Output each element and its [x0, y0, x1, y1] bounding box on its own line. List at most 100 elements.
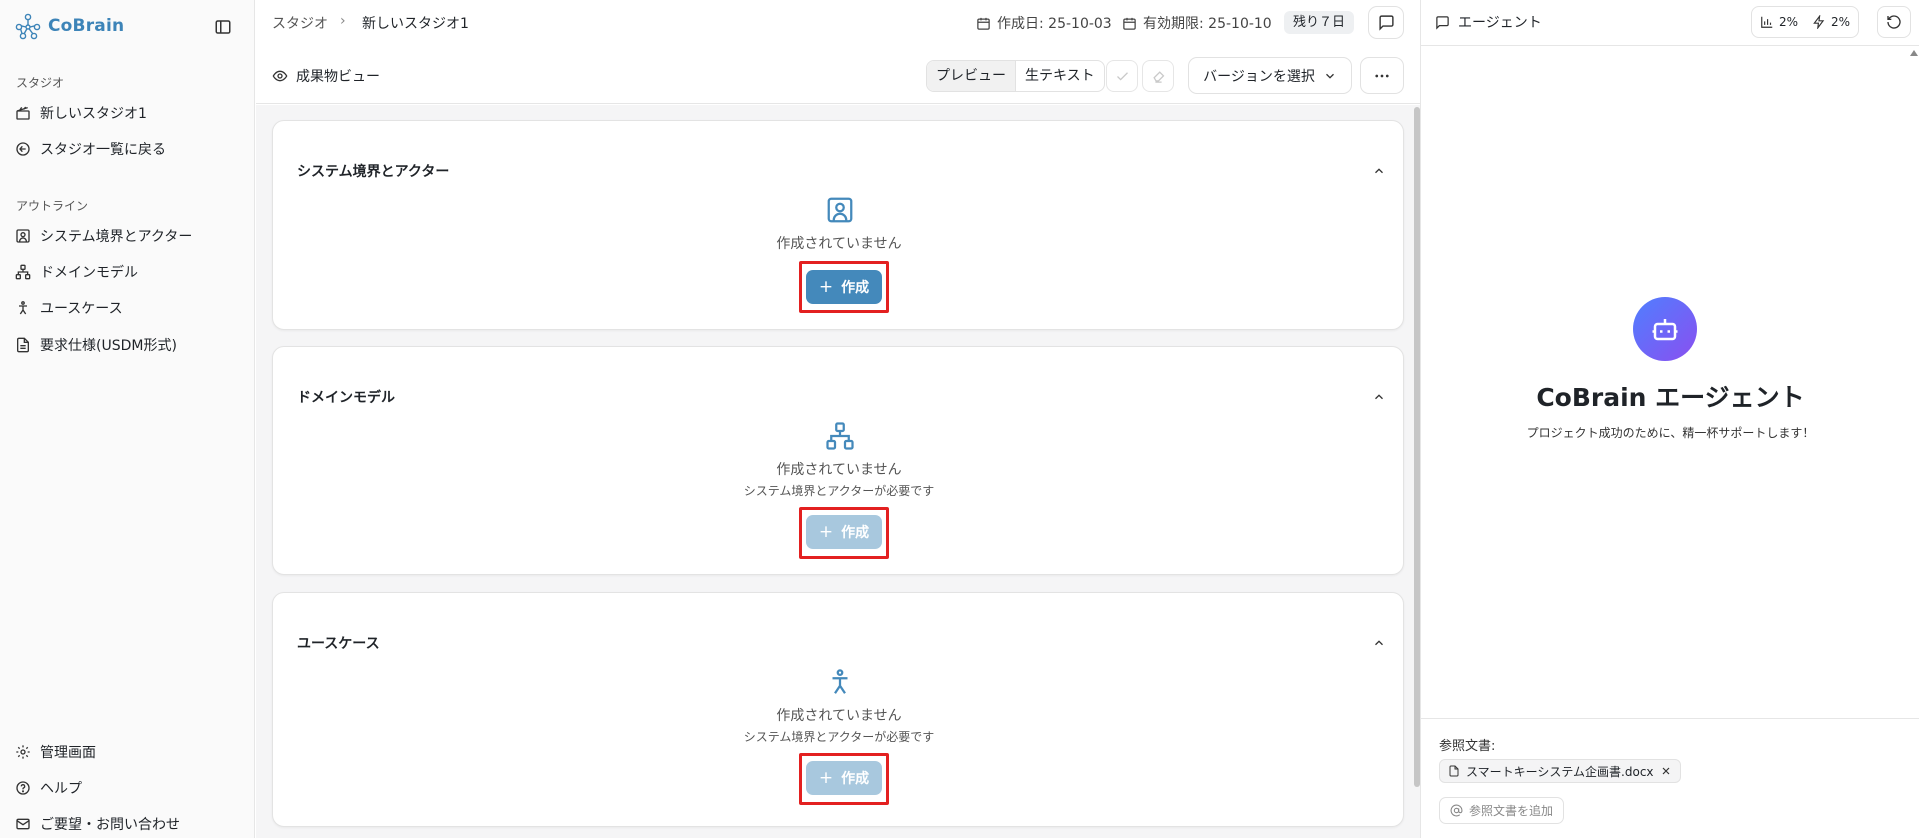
calendar-icon: [976, 16, 991, 31]
agent-panel: エージェント 2% 2% CoBrain エージェント プロジェクト成功のために…: [1420, 0, 1919, 838]
sidebar-item-label: 新しいスタジオ1: [40, 106, 147, 122]
sidebar: CoBrain スタジオ 新しいスタジオ1 スタジオ一覧に戻る アウトライン シ…: [0, 0, 255, 838]
version-select-label: バージョンを選択: [1203, 68, 1315, 85]
card-title: ユースケース: [297, 636, 380, 652]
dependency-note: システム境界とアクターが必要です: [743, 730, 935, 744]
eraser-icon: [1152, 70, 1164, 83]
at-sign-icon: [1450, 804, 1463, 817]
usage-bolt: 2%: [1812, 15, 1850, 29]
collapse-button[interactable]: [1371, 389, 1387, 405]
agent-title-text: エージェント: [1458, 15, 1542, 31]
help-circle-icon: [14, 779, 32, 797]
created-date-text: 作成日: 25-10-03: [997, 16, 1112, 32]
chevron-up-icon: [1375, 168, 1383, 174]
create-use-case-button[interactable]: + 作成: [806, 761, 882, 795]
sidebar-item-back-to-studios[interactable]: スタジオ一覧に戻る: [14, 137, 166, 161]
more-options-button[interactable]: [1360, 57, 1404, 94]
artifact-view-title: 成果物ビュー: [272, 66, 380, 86]
chat-toggle-button[interactable]: [1368, 6, 1404, 39]
agent-header: エージェント 2% 2%: [1421, 0, 1919, 46]
more-horizontal-icon: [1375, 74, 1389, 77]
card-title: ドメインモデル: [297, 390, 395, 406]
breadcrumb-separator: ›: [340, 13, 346, 29]
breadcrumb-root[interactable]: スタジオ: [272, 13, 328, 33]
bot-icon: [1652, 319, 1678, 341]
sidebar-item-label: スタジオ一覧に戻る: [40, 142, 166, 158]
sidebar-item-label: ご要望・お問い合わせ: [40, 817, 180, 833]
plus-icon: +: [818, 522, 834, 542]
collapse-button[interactable]: [1371, 163, 1387, 179]
agent-subtitle: プロジェクト成功のために、精一杯サポートします！: [1526, 426, 1815, 440]
sidebar-item-feedback[interactable]: ご要望・お問い合わせ: [14, 812, 180, 836]
breadcrumb-current: 新しいスタジオ1: [362, 16, 469, 32]
reference-docs-label: 参照文書:: [1439, 739, 1496, 754]
raw-text-tab[interactable]: 生テキスト: [1015, 61, 1104, 91]
brand-name: CoBrain: [48, 16, 125, 36]
sidebar-item-label: ユースケース: [40, 301, 123, 317]
create-domain-model-button[interactable]: + 作成: [806, 515, 882, 549]
create-button-label: 作成: [841, 280, 870, 296]
collapse-button[interactable]: [1371, 635, 1387, 651]
created-date: 作成日: 25-10-03: [976, 13, 1112, 33]
add-reference-label: 参照文書を追加: [1469, 804, 1554, 818]
add-reference-button[interactable]: 参照文書を追加: [1439, 797, 1565, 824]
sidebar-item-help[interactable]: ヘルプ: [14, 776, 82, 800]
artifact-content: システム境界とアクター 作成されていません + 作成 ドメインモデル 作成されて…: [256, 105, 1420, 838]
approve-button[interactable]: [1106, 60, 1138, 92]
empty-state-text: 作成されていません: [776, 462, 902, 478]
sidebar-toggle-icon[interactable]: [212, 16, 234, 38]
sidebar-item-admin[interactable]: 管理画面: [14, 740, 96, 764]
reference-doc-chip: スマートキーシステム企画書.docx: [1439, 759, 1681, 783]
usage-bolt-value: 2%: [1831, 15, 1851, 29]
check-icon: [1116, 71, 1128, 81]
sidebar-item-current-studio[interactable]: 新しいスタジオ1: [14, 101, 147, 125]
bot-avatar: [1633, 297, 1697, 361]
user-square-icon: [14, 227, 32, 245]
rotate-ccw-icon: [1887, 15, 1901, 29]
artifact-view-label: 成果物ビュー: [296, 69, 380, 85]
agent-name: CoBrain エージェント: [1536, 383, 1805, 412]
message-square-icon: [1435, 15, 1450, 30]
brand-logo[interactable]: CoBrain: [14, 12, 124, 40]
sidebar-section-studio: スタジオ: [16, 76, 65, 90]
version-select[interactable]: バージョンを選択: [1188, 57, 1352, 94]
calendar-icon: [1122, 16, 1137, 31]
usage-indicators[interactable]: 2% 2%: [1751, 6, 1860, 38]
create-button-label: 作成: [841, 771, 870, 787]
bar-chart-icon: [1760, 15, 1774, 29]
sidebar-item-use-case[interactable]: ユースケース: [14, 296, 123, 320]
sidebar-item-system-boundary[interactable]: システム境界とアクター: [14, 224, 192, 248]
card-use-case: ユースケース 作成されていません システム境界とアクターが必要です + 作成: [272, 592, 1404, 827]
plus-icon: +: [818, 277, 834, 297]
empty-state-text: 作成されていません: [776, 236, 902, 252]
mail-icon: [14, 815, 32, 833]
user-square-icon: [823, 193, 857, 227]
eye-icon: [272, 68, 288, 84]
file-text-icon: [14, 336, 32, 354]
create-system-boundary-button[interactable]: + 作成: [806, 270, 882, 304]
gear-icon: [14, 743, 32, 761]
scroll-up-arrow-icon[interactable]: [1909, 48, 1919, 58]
erase-button[interactable]: [1142, 60, 1174, 92]
usage-chart-value: 2%: [1779, 15, 1799, 29]
network-icon: [823, 419, 857, 453]
file-icon: [1448, 765, 1460, 777]
empty-state-text: 作成されていません: [776, 708, 902, 724]
create-button-label: 作成: [841, 525, 870, 541]
remaining-days-badge: 残り７日: [1284, 11, 1355, 34]
clapperboard-icon: [14, 104, 32, 122]
chevron-down-icon: [1323, 69, 1337, 83]
sidebar-item-domain-model[interactable]: ドメインモデル: [14, 260, 138, 284]
card-domain-model: ドメインモデル 作成されていません システム境界とアクターが必要です + 作成: [272, 346, 1404, 575]
reset-chat-button[interactable]: [1877, 6, 1911, 38]
dependency-note: システム境界とアクターが必要です: [743, 484, 935, 498]
sidebar-item-label: ドメインモデル: [40, 265, 138, 281]
chevron-up-icon: [1375, 640, 1383, 646]
close-icon[interactable]: [1660, 765, 1672, 777]
view-mode-toggle: プレビュー 生テキスト: [926, 60, 1105, 92]
sidebar-item-requirements-spec[interactable]: 要求仕様(USDM形式): [14, 333, 177, 357]
preview-tab[interactable]: プレビュー: [927, 61, 1015, 91]
lightning-icon: [1812, 15, 1826, 29]
sidebar-item-label: 要求仕様(USDM形式): [40, 338, 177, 354]
network-icon: [14, 263, 32, 281]
